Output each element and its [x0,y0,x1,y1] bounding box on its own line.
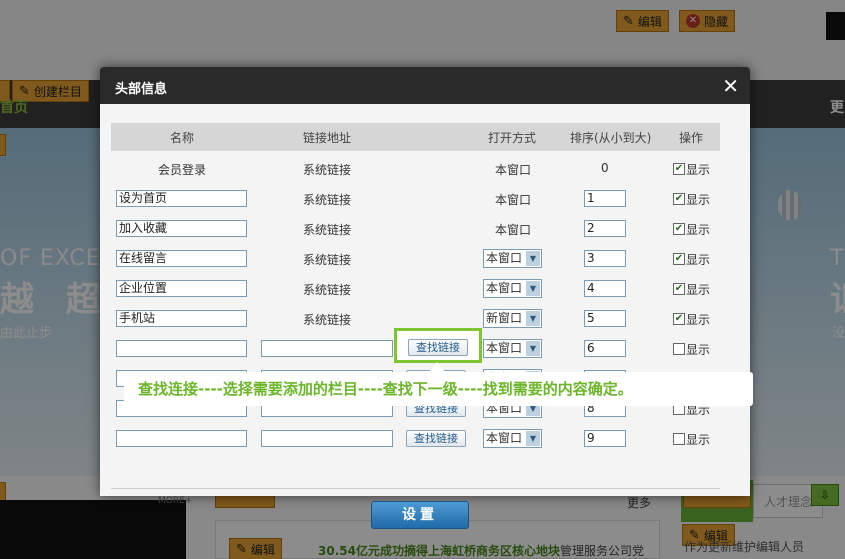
table-row: 会员登录 系统链接 本窗口 0 ✔ 显示 [111,154,720,184]
show-label: 显示 [686,223,711,237]
row-url: 系统链接 [303,283,352,297]
table-row: 企业位置 系统链接 本窗口 ▼ 4 ✔ 显示 [111,274,720,304]
show-checkbox[interactable] [673,433,685,445]
chevron-down-icon: ▼ [526,251,540,266]
table-header: 名称 链接地址 打开方式 排序(从小到大) 操作 [111,123,720,151]
row-open: 本窗口 [495,193,532,207]
order-input[interactable]: 5 [584,310,626,327]
show-checkbox[interactable]: ✔ [673,223,685,235]
open-mode-value: 本窗口 [486,431,523,445]
row-url: 系统链接 [303,193,352,207]
show-checkbox[interactable]: ✔ [673,313,685,325]
table-row: 设为首页 系统链接 本窗口 1 ✔ 显示 [111,184,720,214]
open-mode-select[interactable]: 本窗口▼ [483,279,542,298]
open-mode-value: 本窗口 [486,251,523,265]
order-input[interactable]: 9 [584,430,626,447]
name-input[interactable]: 加入收藏 [116,220,247,237]
instruction-callout: 查找连接----选择需要添加的栏目----查找下一级----找到需要的内容确定。 [124,372,753,406]
find-link-button[interactable]: 查找链接 [406,430,466,447]
open-mode-value: 本窗口 [486,281,523,295]
header-action: 操作 [679,131,704,145]
header-name: 名称 [170,131,195,145]
header-open: 打开方式 [488,131,537,145]
show-label: 显示 [686,433,711,447]
show-label: 显示 [686,343,711,357]
row-url: 系统链接 [303,223,352,237]
show-checkbox[interactable] [673,343,685,355]
order-input[interactable]: 3 [584,250,626,267]
row-url: 系统链接 [303,163,352,177]
show-checkbox[interactable]: ✔ [673,193,685,205]
order-input[interactable]: 6 [584,340,626,357]
open-mode-value: 新窗口 [486,311,523,325]
table-row: 在线留言 系统链接 本窗口 ▼ 3 ✔ 显示 [111,244,720,274]
url-input[interactable] [261,340,393,357]
name-input[interactable]: 设为首页 [116,190,247,207]
show-label: 显示 [686,253,711,267]
open-mode-value: 本窗口 [486,341,523,355]
show-checkbox[interactable]: ✔ [673,163,685,175]
dialog-title: 头部信息 [115,82,168,97]
name-input[interactable]: 企业位置 [116,280,247,297]
name-input[interactable]: 在线留言 [116,250,247,267]
show-label: 显示 [686,313,711,327]
dialog-body: 名称 链接地址 打开方式 排序(从小到大) 操作 会员登录 系统链接 本窗口 0 ✔ 显示… [100,104,750,529]
chevron-down-icon: ▼ [526,281,540,296]
show-label: 显示 [686,163,711,177]
open-mode-select[interactable]: 本窗口▼ [483,339,542,358]
open-mode-select[interactable]: 新窗口 ▼ [483,309,542,328]
name-input[interactable]: 手机站 [116,310,247,327]
order-input[interactable]: 2 [584,220,626,237]
order-input[interactable]: 4 [584,280,626,297]
show-label: 显示 [686,193,711,207]
divider [111,488,720,489]
close-icon[interactable]: ✕ [722,74,739,98]
order-input[interactable]: 1 [584,190,626,207]
chevron-down-icon: ▼ [526,341,540,356]
row-url: 系统链接 [303,253,352,267]
header-info-dialog: 头部信息 ✕ 名称 链接地址 打开方式 排序(从小到大) 操作 会员登录 系统链接… [100,67,750,529]
highlight-box: 查找链接 [394,328,482,363]
show-checkbox[interactable]: ✔ [673,283,685,295]
show-checkbox[interactable]: ✔ [673,253,685,265]
row-open: 本窗口 [495,163,532,177]
row-order: 0 [601,161,609,175]
show-label: 显示 [686,283,711,297]
table-row: 加入收藏 系统链接 本窗口 2 ✔ 显示 [111,214,720,244]
find-link-button-highlighted[interactable]: 查找链接 [408,339,468,356]
header-order: 排序(从小到大) [570,131,652,145]
table-row: 查找链接 本窗口 ▼ 9 显示 [111,424,720,454]
header-url: 链接地址 [303,131,352,145]
open-mode-select[interactable]: 本窗口▼ [483,429,542,448]
name-input[interactable] [116,340,247,357]
row-open: 本窗口 [495,223,532,237]
callout-pointer [429,362,445,372]
url-input[interactable] [261,430,393,447]
name-input[interactable] [116,430,247,447]
chevron-down-icon: ▼ [526,311,540,326]
row-name: 会员登录 [158,163,207,177]
open-mode-select[interactable]: 本窗口▼ [483,249,542,268]
submit-button[interactable]: 设置 [371,501,469,529]
row-url: 系统链接 [303,313,352,327]
chevron-down-icon: ▼ [526,431,540,446]
